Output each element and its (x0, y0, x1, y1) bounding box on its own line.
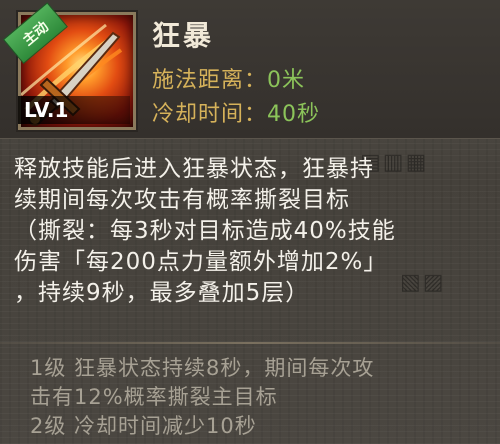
description-line: （撕裂：每3秒对目标造成40%技能 (14, 218, 396, 244)
cast-range-value: 0米 (267, 68, 306, 93)
upgrade-line: 2级 冷却时间减少10秒 (30, 414, 257, 438)
skill-description: 释放技能后进入狂暴状态，狂暴持 续期间每次攻击有概率撕裂目标 （撕裂：每3秒对目… (14, 154, 490, 309)
cooldown-label: 冷却时间： (152, 102, 268, 127)
section-divider (0, 342, 500, 344)
description-line: 伤害「每200点力量额外增加2%」 (14, 249, 388, 275)
cast-range-label: 施法距离： (152, 68, 268, 93)
skill-name: 狂暴 (152, 19, 215, 52)
description-line: 续期间每次攻击有概率撕裂目标 (14, 187, 350, 213)
description-line: ，持续9秒，最多叠加5层） (14, 280, 310, 306)
cooldown-row: 冷却时间：40秒 (152, 96, 320, 128)
description-line: 释放技能后进入狂暴状态，狂暴持 (14, 156, 374, 182)
upgrade-list: 1级 狂暴状态持续8秒，期间每次攻 击有12%概率撕裂主目标 2级 冷却时间减少… (30, 354, 490, 441)
skill-level-badge: LV.1 (18, 96, 130, 124)
upgrade-line: 击有12%概率撕裂主目标 (30, 385, 278, 409)
upgrade-line: 1级 狂暴状态持续8秒，期间每次攻 (30, 356, 375, 380)
cast-range-row: 施法距离：0米 (152, 62, 305, 94)
cooldown-value: 40秒 (267, 102, 321, 127)
